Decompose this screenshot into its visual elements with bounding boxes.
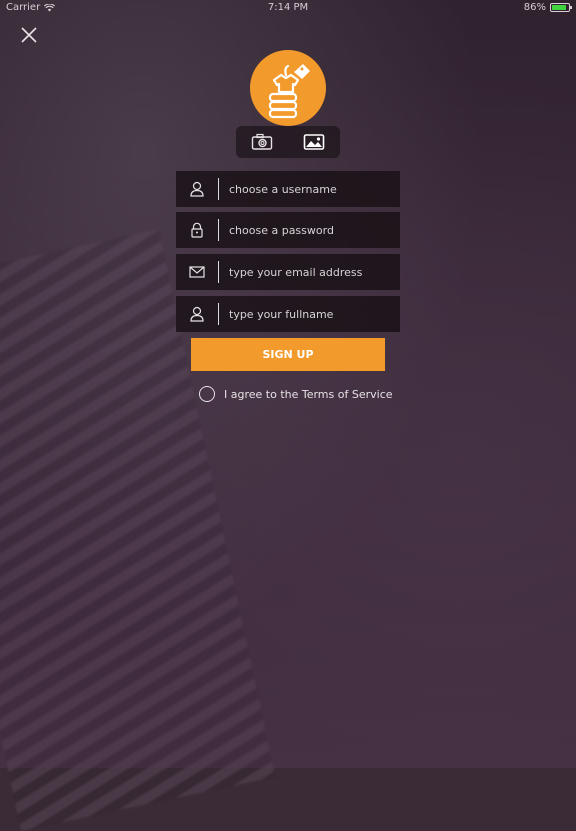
user-icon (190, 306, 204, 322)
terms-radio[interactable] (199, 386, 215, 402)
terms-agreement: I agree to the Terms of Service (199, 386, 393, 402)
camera-icon (251, 133, 273, 150)
close-icon (21, 27, 37, 43)
password-field (176, 212, 400, 248)
username-field (176, 171, 400, 207)
field-divider (218, 219, 219, 241)
camera-button[interactable] (246, 128, 278, 156)
email-field (176, 254, 400, 290)
username-input[interactable] (219, 171, 400, 207)
fullname-field (176, 296, 400, 332)
terms-label[interactable]: I agree to the Terms of Service (224, 388, 393, 401)
email-input[interactable] (219, 254, 400, 290)
fullname-input[interactable] (219, 296, 400, 332)
envelope-icon (189, 266, 205, 278)
field-divider (218, 303, 219, 325)
status-time: 7:14 PM (267, 2, 309, 13)
app-logo (250, 50, 326, 126)
fullname-icon-wrap (176, 306, 218, 322)
clothes-logo-icon (268, 64, 310, 119)
email-icon-wrap (176, 266, 218, 278)
gallery-button[interactable] (298, 128, 330, 156)
password-icon-wrap (176, 222, 218, 238)
battery-percentage: 86% (523, 2, 546, 13)
close-button[interactable] (18, 24, 40, 46)
battery-fill (552, 5, 566, 10)
battery-icon (550, 3, 572, 12)
field-divider (218, 178, 219, 200)
status-right: 86% (523, 2, 572, 13)
sign-up-button[interactable]: SIGN UP (191, 338, 385, 371)
field-divider (218, 261, 219, 283)
username-icon-wrap (176, 181, 218, 197)
status-bar: Carrier 7:14 PM 86% (0, 0, 576, 16)
photo-picker (236, 126, 340, 158)
password-input[interactable] (219, 212, 400, 248)
user-icon (190, 181, 204, 197)
image-icon (303, 134, 325, 150)
lock-icon (191, 222, 203, 238)
